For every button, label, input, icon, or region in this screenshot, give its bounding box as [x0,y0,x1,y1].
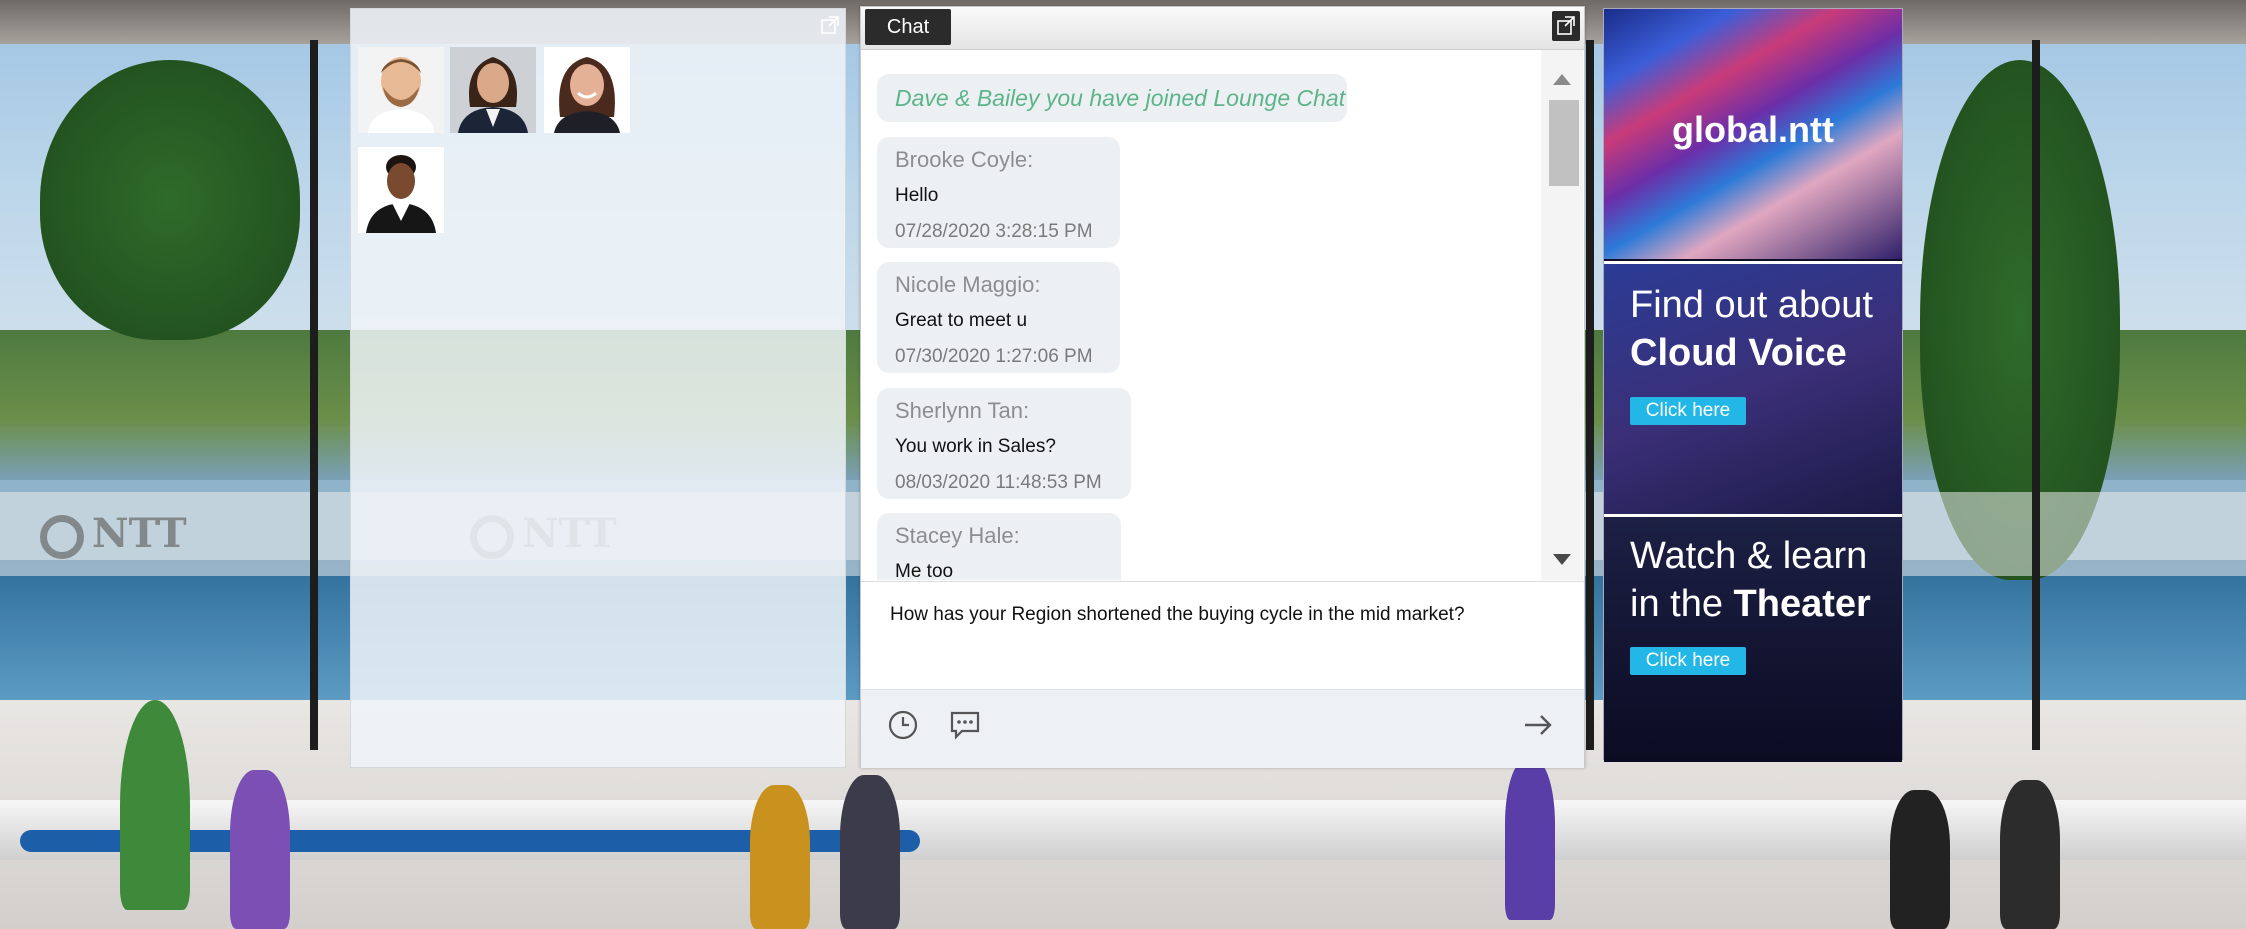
avatar[interactable] [450,47,536,133]
person [230,770,290,929]
message-text: You work in Sales? [895,436,1056,457]
chat-panel: Chat Dave & Bailey you have joined Loung… [860,6,1585,768]
tree-left [40,60,300,340]
chat-message: Stacey Hale: Me too [877,513,1121,580]
plant [120,700,190,910]
avatar-woman-smiling [544,47,630,133]
ad-global-ntt[interactable]: global.ntt [1604,9,1902,259]
popout-icon[interactable] [821,16,839,34]
message-timestamp: 07/30/2020 1:27:06 PM [895,346,1093,367]
chat-message: Sherlynn Tan: You work in Sales? 08/03/2… [877,388,1131,499]
ad-logo-text: global.ntt [1672,109,1834,150]
ad-headline-line2: in the Theater [1630,583,1871,625]
message-author: Nicole Maggio: [895,272,1041,297]
chat-bubble-icon[interactable] [948,708,982,742]
avatar-man-beard [358,47,444,133]
avatar[interactable] [358,47,444,133]
message-scrollbar[interactable] [1541,50,1583,580]
window-pillar [1586,40,1594,750]
person [840,775,900,929]
popout-icon [1557,16,1575,35]
sponsor-ads: global.ntt Find out about Cloud Voice Cl… [1603,8,1903,762]
ad-cloud-voice[interactable]: Find out about Cloud Voice Click here [1604,261,1902,514]
message-timestamp: 07/28/2020 3:28:15 PM [895,221,1093,242]
tab-chat[interactable]: Chat [865,9,951,45]
message-list[interactable]: Dave & Bailey you have joined Lounge Cha… [861,50,1541,580]
message-author: Sherlynn Tan: [895,398,1030,423]
participants-header [351,9,845,43]
scroll-down-arrow-icon[interactable] [1553,554,1571,565]
participants-panel [350,8,846,768]
message-author: Brooke Coyle: [895,147,1034,172]
message-text: Great to meet u [895,310,1028,331]
system-message: Dave & Bailey you have joined Lounge Cha… [877,74,1347,122]
ad-headline: Watch & learn [1630,535,1868,577]
chat-message: Brooke Coyle: Hello 07/28/2020 3:28:15 P… [877,137,1120,248]
avatar-woman-blazer [358,147,444,233]
message-text: Me too [895,561,954,580]
message-author: Stacey Hale: [895,523,1020,548]
chat-message: Nicole Maggio: Great to meet u 07/30/202… [877,262,1120,373]
ad-headline: Find out about [1630,284,1873,326]
avatar[interactable] [358,147,444,233]
click-here-button[interactable]: Click here [1630,397,1746,425]
ad-headline-bold: Cloud Voice [1630,332,1847,374]
chat-footer [861,689,1584,768]
avatar[interactable] [544,47,630,133]
message-input-value[interactable]: How has your Region shortened the buying… [890,604,1465,626]
clock-icon[interactable] [886,708,920,742]
person [1890,790,1950,929]
window-pillar [310,40,318,750]
message-timestamp: 08/03/2020 11:48:53 PM [895,472,1102,493]
avatar-woman-dark-hair [450,47,536,133]
click-here-button[interactable]: Click here [1630,647,1746,675]
person [2000,780,2060,929]
person [1505,760,1555,920]
person [750,785,810,929]
message-input[interactable]: How has your Region shortened the buying… [861,581,1584,690]
ntt-logo-bg: NTT [40,510,187,559]
scroll-up-arrow-icon[interactable] [1553,74,1571,85]
message-text: Hello [895,185,939,206]
chat-header: Chat [861,7,1584,50]
chat-popout-button[interactable] [1552,11,1580,41]
window-pillar [2032,40,2040,750]
scroll-thumb[interactable] [1549,100,1579,186]
send-arrow-icon[interactable] [1521,708,1555,742]
ad-theater[interactable]: Watch & learn in the Theater Click here [1604,514,1902,762]
